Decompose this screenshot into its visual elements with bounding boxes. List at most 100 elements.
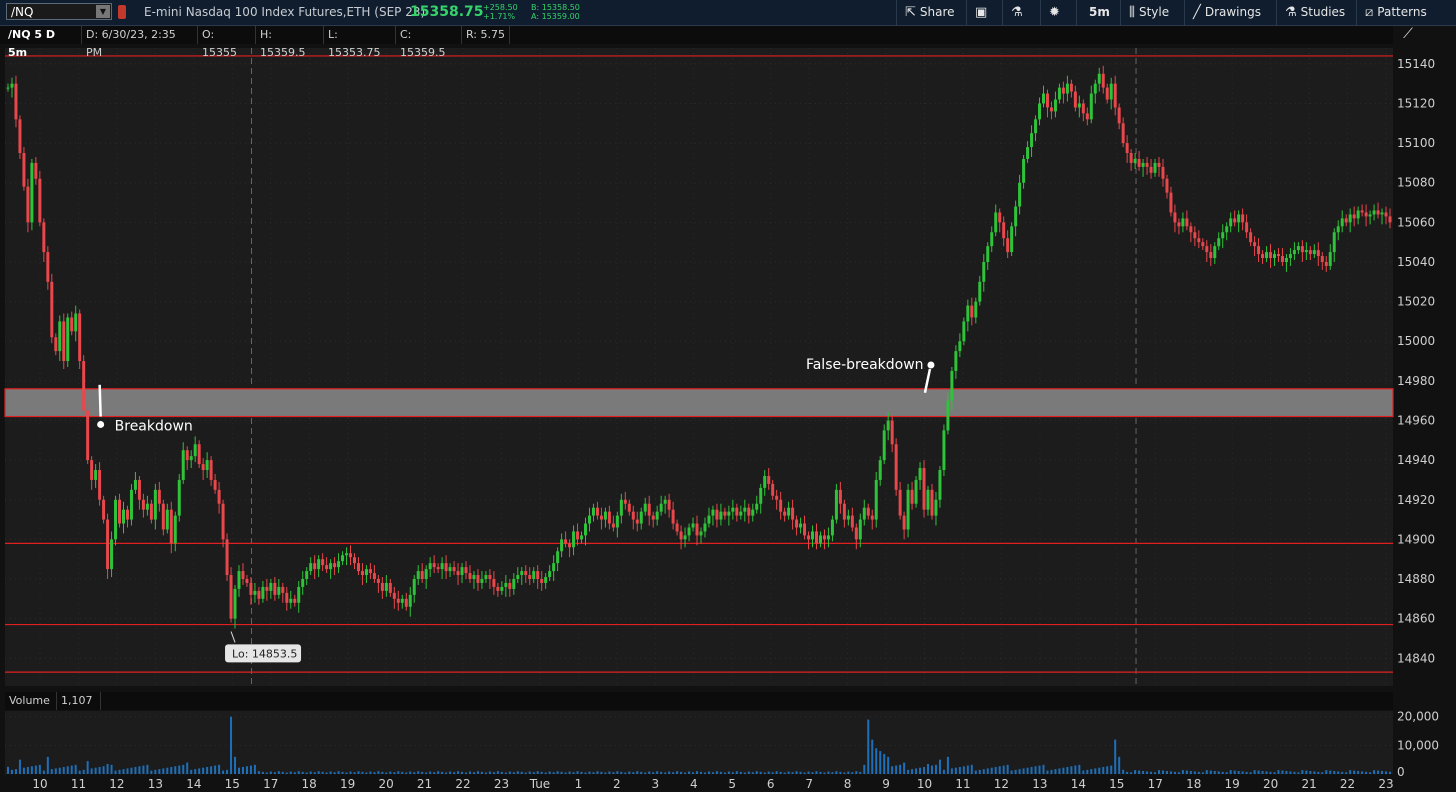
candle-body: [1073, 91, 1077, 108]
info-open: O: 15355: [198, 26, 256, 59]
chart-settings-button[interactable]: ▣: [966, 0, 1002, 25]
candle-body: [10, 83, 14, 88]
price-panel[interactable]: [5, 48, 1393, 686]
candle-body: [141, 499, 145, 510]
volume-bar: [958, 766, 961, 774]
volume-bar: [1074, 765, 1077, 774]
candle-body: [424, 569, 428, 580]
symbol-input[interactable]: /NQ ▼: [6, 3, 112, 20]
volume-bar: [1006, 764, 1009, 774]
volume-bar: [178, 765, 181, 774]
candle-body: [241, 571, 245, 580]
candle-body: [1340, 218, 1344, 227]
candle-body: [277, 586, 281, 595]
price-tick-label: 14860: [1397, 612, 1435, 626]
candle-body: [34, 162, 38, 179]
volume-bar: [190, 769, 193, 774]
style-button[interactable]: ⫼ Style: [1120, 0, 1184, 25]
candle-body: [137, 479, 141, 500]
volume-bar: [572, 772, 575, 774]
candle-body: [94, 470, 98, 480]
time-tick-label: 6: [767, 777, 775, 791]
volume-bar: [429, 771, 432, 774]
candle-body: [619, 499, 623, 516]
candle-body: [30, 162, 34, 223]
volume-bar: [823, 772, 826, 774]
volume-bar: [520, 771, 523, 774]
candle-body: [368, 569, 372, 574]
volume-bar: [938, 759, 941, 774]
candle-body: [1356, 210, 1360, 219]
volume-bar: [417, 771, 420, 774]
volume-bar: [799, 771, 802, 774]
candle-body: [1117, 107, 1121, 124]
candle-body: [1193, 232, 1197, 239]
time-tick-label: 18: [1186, 777, 1201, 791]
candle-body: [1018, 182, 1022, 207]
studies-button[interactable]: ⚗ Studies: [1276, 0, 1356, 25]
candle-body: [1201, 242, 1205, 247]
candle-body: [576, 531, 580, 540]
price-tick-label: 15020: [1397, 295, 1435, 309]
volume-bar: [680, 771, 683, 774]
volume-bar: [441, 771, 444, 774]
time-tick-label: 10: [32, 777, 47, 791]
volume-bar: [102, 766, 105, 774]
volume-label[interactable]: Volume: [5, 692, 57, 710]
volume-bar: [1014, 769, 1017, 774]
volume-bar: [747, 771, 750, 774]
volume-bar: [1345, 772, 1348, 774]
symbol-flag-icon[interactable]: [118, 5, 126, 19]
volume-value: 1,107: [57, 692, 101, 710]
candle-body: [516, 575, 520, 580]
candle-body: [540, 579, 544, 583]
candle-body: [707, 515, 711, 524]
candle-body: [1145, 162, 1149, 167]
candle-body: [818, 535, 822, 544]
volume-bar: [648, 771, 651, 774]
candle-body: [1324, 261, 1328, 266]
volume-panel[interactable]: [5, 711, 1393, 774]
volume-bar: [106, 763, 109, 774]
volume-bar: [265, 772, 268, 774]
volume-bar: [620, 771, 623, 774]
share-button[interactable]: ⇱ Share: [896, 0, 966, 25]
candle-body: [1253, 242, 1257, 247]
patterns-button[interactable]: ⧄ Patterns: [1356, 0, 1456, 25]
volume-bar: [676, 771, 679, 774]
candle-body: [165, 509, 169, 530]
chevron-down-icon[interactable]: ▼: [96, 5, 110, 18]
candle-body: [587, 515, 591, 524]
candle-body: [305, 571, 309, 580]
volume-bar: [727, 771, 730, 774]
chart-symbol-label[interactable]: /NQ 5 D 5m: [4, 26, 82, 59]
volume-bar: [966, 765, 969, 774]
candle-body: [647, 503, 651, 516]
volume-bar: [731, 772, 734, 774]
candle-body: [1284, 258, 1288, 262]
candle-body: [293, 598, 297, 603]
drawings-button[interactable]: ╱ Drawings: [1184, 0, 1276, 25]
volume-bar: [46, 756, 49, 774]
flask-button[interactable]: ⚗: [1002, 0, 1040, 25]
volume-bar: [7, 766, 9, 774]
volume-bar: [1321, 772, 1324, 774]
candle-body: [102, 499, 106, 520]
candle-body: [552, 563, 556, 572]
top-toolbar: /NQ ▼ E-mini Nasdaq 100 Index Futures,ET…: [0, 0, 1456, 26]
candle-body: [946, 400, 950, 431]
gear-button[interactable]: ✹: [1040, 0, 1076, 25]
aggregation-button[interactable]: 5m: [1076, 0, 1120, 25]
auto-scale-icon[interactable]: ⟋: [1398, 26, 1418, 46]
candle-body: [982, 261, 986, 282]
candle-body: [496, 586, 500, 591]
volume-bar: [42, 770, 45, 774]
candle-body: [364, 569, 368, 576]
candle-body: [1269, 252, 1273, 259]
chart-canvas[interactable]: BreakdownFalse-breakdownLo: 14853.5 1514…: [0, 0, 1456, 792]
ohlc-info-bar: /NQ 5 D 5m D: 6/30/23, 2:35 PM O: 15355 …: [0, 26, 1393, 59]
candle-body: [532, 571, 536, 580]
volume-bar: [779, 771, 782, 774]
candle-body: [432, 563, 436, 568]
volume-bar: [755, 771, 758, 774]
